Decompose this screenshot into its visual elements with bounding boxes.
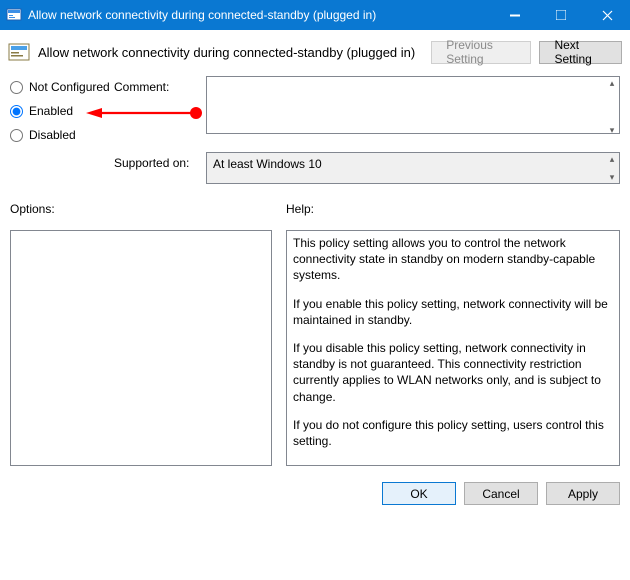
supported-on-value: At least Windows 10	[206, 152, 620, 184]
policy-header: Allow network connectivity during connec…	[0, 30, 630, 70]
apply-button[interactable]: Apply	[546, 482, 620, 505]
radio-enabled[interactable]: Enabled	[10, 104, 114, 118]
window-title: Allow network connectivity during connec…	[28, 8, 376, 22]
radio-label: Enabled	[29, 104, 73, 118]
options-panel[interactable]	[10, 230, 272, 466]
comment-input[interactable]	[206, 76, 620, 134]
dialog-footer: OK Cancel Apply	[0, 474, 630, 515]
previous-setting-button[interactable]: Previous Setting	[431, 41, 531, 64]
radio-label: Not Configured	[29, 80, 110, 94]
next-setting-button[interactable]: Next Setting	[539, 41, 622, 64]
ok-button[interactable]: OK	[382, 482, 456, 505]
supported-on-label: Supported on:	[114, 142, 206, 170]
annotation-arrow	[84, 106, 204, 120]
help-panel[interactable]: This policy setting allows you to contro…	[286, 230, 620, 466]
maximize-button[interactable]	[538, 0, 584, 30]
policy-icon	[8, 40, 30, 64]
policy-title: Allow network connectivity during connec…	[38, 45, 415, 60]
state-radio-group: Not Configured Enabled Disabled	[10, 76, 114, 142]
help-paragraph: This policy setting allows you to contro…	[293, 235, 613, 284]
cancel-button[interactable]: Cancel	[464, 482, 538, 505]
help-paragraph: If you disable this policy setting, netw…	[293, 340, 613, 405]
help-paragraph: If you do not configure this policy sett…	[293, 417, 613, 449]
close-button[interactable]	[584, 0, 630, 30]
radio-disabled[interactable]: Disabled	[10, 128, 114, 142]
radio-not-configured[interactable]: Not Configured	[10, 80, 114, 94]
minimize-button[interactable]	[492, 0, 538, 30]
help-label: Help:	[286, 202, 620, 216]
comment-label: Comment:	[114, 76, 206, 94]
app-icon	[6, 7, 22, 23]
radio-label: Disabled	[29, 128, 76, 142]
options-label: Options:	[10, 202, 272, 216]
help-paragraph: If you enable this policy setting, netwo…	[293, 296, 613, 328]
title-bar: Allow network connectivity during connec…	[0, 0, 630, 30]
